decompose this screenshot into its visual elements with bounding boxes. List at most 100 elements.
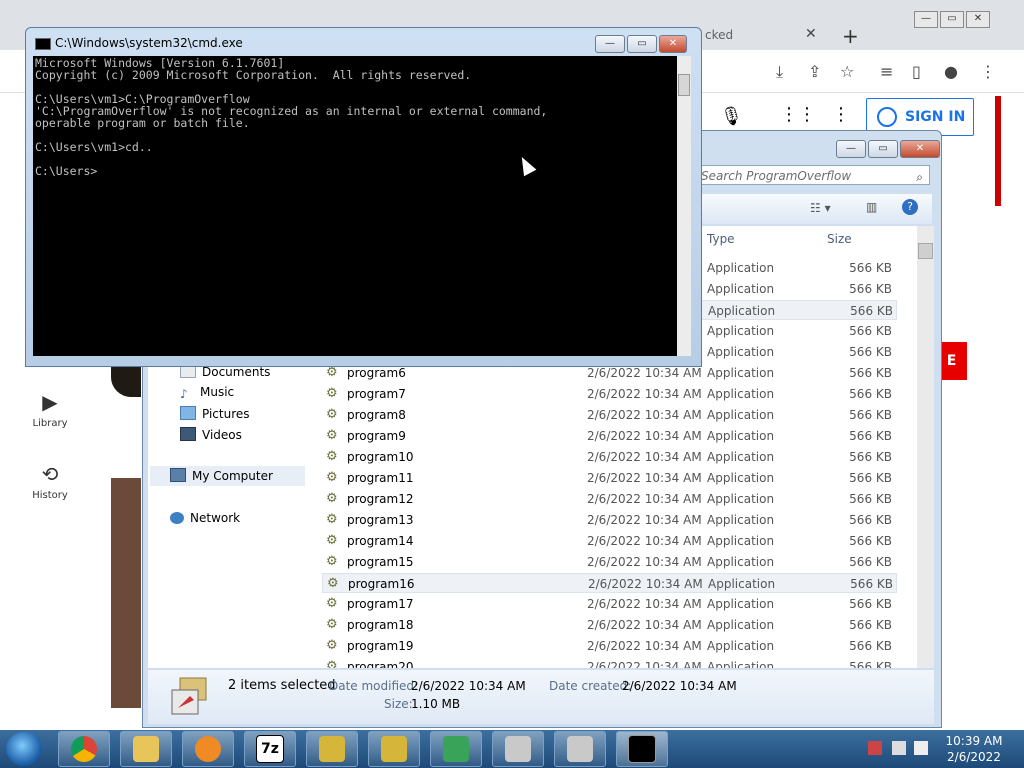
profile-icon[interactable]: ● bbox=[944, 62, 958, 81]
command-bar: ☷ ▾ ▥ ? bbox=[700, 194, 932, 224]
taskbar-explorer[interactable] bbox=[120, 731, 172, 767]
table-row[interactable]: ⚙ program20 2/6/2022 10:34 AM Application 56… bbox=[322, 657, 897, 668]
search-input[interactable]: Search ProgramOverflow ⌕ bbox=[700, 165, 930, 185]
taskbar-download-app[interactable] bbox=[430, 731, 482, 767]
table-row[interactable]: ⚙ program7 2/6/2022 10:34 AM Application 566… bbox=[322, 384, 897, 404]
program-file-icon: ⚙ bbox=[326, 638, 338, 653]
table-row[interactable]: ⚙ program13 2/6/2022 10:34 AM Application 56… bbox=[322, 510, 897, 530]
sidebar-item-library[interactable]: ▶ Library bbox=[20, 390, 80, 429]
clock[interactable]: 10:39 AM 2/6/2022 bbox=[940, 733, 1008, 765]
close-button[interactable]: ✕ bbox=[900, 140, 940, 158]
preview-pane-icon[interactable]: ▥ bbox=[866, 200, 877, 214]
close-button[interactable]: ✕ bbox=[966, 11, 990, 28]
channel-avatar[interactable] bbox=[111, 367, 141, 397]
program-file-icon: ⚙ bbox=[326, 365, 338, 380]
nav-item-pictures[interactable]: Pictures bbox=[180, 406, 250, 421]
page-scrollbar[interactable] bbox=[995, 96, 1001, 206]
table-row[interactable]: ⚙ program12 2/6/2022 10:34 AM Application 56… bbox=[322, 489, 897, 509]
table-row[interactable]: ⚙ program8 2/6/2022 10:34 AM Application 566… bbox=[322, 405, 897, 425]
table-row[interactable]: ⚙ program14 2/6/2022 10:34 AM Application 56… bbox=[322, 531, 897, 551]
program-file-icon: ⚙ bbox=[326, 659, 338, 668]
bookmark-star-icon[interactable]: ☆ bbox=[840, 62, 854, 81]
close-button[interactable]: ✕ bbox=[659, 35, 687, 53]
minimize-button[interactable]: — bbox=[595, 35, 625, 53]
taskbar-cmd[interactable] bbox=[616, 731, 668, 767]
file-list-scrollbar[interactable] bbox=[917, 226, 934, 668]
computer-icon bbox=[170, 468, 186, 482]
taskbar-program-2[interactable] bbox=[554, 731, 606, 767]
table-row[interactable]: ⚙ program18 2/6/2022 10:34 AM Application 56… bbox=[322, 615, 897, 635]
scrollbar-thumb[interactable] bbox=[918, 243, 933, 259]
action-center-icon[interactable] bbox=[868, 741, 882, 755]
sidebar-label: Library bbox=[32, 418, 68, 429]
size-label: Size: bbox=[384, 697, 413, 711]
network-icon bbox=[170, 512, 184, 524]
chrome-icon bbox=[71, 736, 97, 762]
console-scrollbar-thumb[interactable] bbox=[678, 74, 690, 96]
video-thumbnail[interactable] bbox=[111, 478, 141, 708]
program-icon bbox=[567, 736, 593, 762]
browser-window-controls: — ▭ ✕ bbox=[914, 11, 990, 28]
program-file-icon: ⚙ bbox=[326, 554, 338, 569]
more-icon[interactable]: ⋮ bbox=[832, 104, 850, 125]
maximize-button[interactable]: ▭ bbox=[940, 11, 964, 28]
share-icon[interactable]: ⇪ bbox=[808, 62, 821, 81]
table-row[interactable]: ⚙ program15 2/6/2022 10:34 AM Application 56… bbox=[322, 552, 897, 572]
size-value: 1.10 MB bbox=[411, 697, 461, 711]
nav-item-my-computer[interactable]: My Computer bbox=[150, 466, 305, 486]
date-modified-label: Date modified: bbox=[329, 679, 419, 693]
maximize-button[interactable]: ▭ bbox=[627, 35, 657, 53]
search-placeholder: Search ProgramOverflow bbox=[701, 169, 852, 183]
minimize-button[interactable]: — bbox=[914, 11, 938, 28]
table-row[interactable]: ⚙ program9 2/6/2022 10:34 AM Application 566… bbox=[322, 426, 897, 446]
volume-icon[interactable] bbox=[914, 741, 928, 755]
table-row-selected[interactable]: ⚙ program16 2/6/2022 10:34 AM Application 56… bbox=[322, 573, 897, 593]
column-header-size[interactable]: Size bbox=[827, 232, 852, 246]
network-tray-icon[interactable] bbox=[892, 741, 906, 755]
table-row[interactable]: ⚙ program11 2/6/2022 10:34 AM Application 56… bbox=[322, 468, 897, 488]
7zip-icon: 7z bbox=[256, 735, 284, 763]
help-icon[interactable]: ? bbox=[902, 199, 918, 215]
nav-item-network[interactable]: Network bbox=[170, 511, 240, 525]
console-output[interactable]: Microsoft Windows [Version 6.1.7601] Cop… bbox=[33, 56, 677, 356]
microphone-icon[interactable]: 🎙 bbox=[720, 106, 743, 127]
install-icon[interactable]: ⤓ bbox=[776, 62, 783, 82]
search-icon[interactable]: ⌕ bbox=[916, 167, 923, 187]
download-app-icon bbox=[443, 736, 469, 762]
taskbar-key-app-1[interactable] bbox=[306, 731, 358, 767]
nav-item-music[interactable]: ♪ Music bbox=[180, 385, 234, 401]
new-tab-icon[interactable]: + bbox=[842, 24, 859, 48]
pictures-icon bbox=[180, 406, 196, 420]
console-scrollbar[interactable] bbox=[677, 56, 691, 356]
library-icon: ▶ bbox=[42, 390, 58, 414]
selection-count: 2 items selected bbox=[228, 678, 336, 693]
minimize-button[interactable]: — bbox=[836, 140, 866, 158]
program-file-icon: ⚙ bbox=[326, 617, 338, 632]
apps-grid-icon[interactable]: ⋮⋮ bbox=[780, 104, 816, 125]
taskbar-media-player[interactable] bbox=[182, 731, 234, 767]
sign-in-label: SIGN IN bbox=[905, 109, 966, 125]
menu-dots-icon[interactable]: ⋮ bbox=[980, 62, 996, 81]
column-header-type[interactable]: Type bbox=[707, 232, 735, 246]
view-options-icon[interactable]: ☷ ▾ bbox=[810, 201, 831, 215]
taskbar-7zip[interactable]: 7z bbox=[244, 731, 296, 767]
tab-close-icon[interactable]: ✕ bbox=[805, 26, 817, 42]
maximize-button[interactable]: ▭ bbox=[868, 140, 898, 158]
nav-item-videos[interactable]: Videos bbox=[180, 427, 242, 442]
program-file-icon: ⚙ bbox=[326, 512, 338, 527]
windows-start-icon[interactable] bbox=[6, 732, 42, 766]
table-row[interactable]: ⚙ program17 2/6/2022 10:34 AM Application 56… bbox=[322, 594, 897, 614]
table-row[interactable]: ⚙ program10 2/6/2022 10:34 AM Application 56… bbox=[322, 447, 897, 467]
program-file-icon: ⚙ bbox=[326, 596, 338, 611]
program-file-icon: ⚙ bbox=[326, 386, 338, 401]
key-app-icon bbox=[319, 736, 345, 762]
explorer-window-controls: — ▭ ✕ bbox=[836, 140, 940, 158]
sidebar-item-history[interactable]: ⟲ History bbox=[20, 462, 80, 501]
side-panel-icon[interactable]: ▯ bbox=[912, 62, 921, 81]
table-row[interactable]: ⚙ program19 2/6/2022 10:34 AM Application 56… bbox=[322, 636, 897, 656]
taskbar-chrome[interactable] bbox=[58, 731, 110, 767]
taskbar-key-app-2[interactable] bbox=[368, 731, 420, 767]
cmd-window-title: C:\Windows\system32\cmd.exe bbox=[55, 36, 243, 50]
reading-list-icon[interactable]: ≡ bbox=[880, 62, 893, 81]
taskbar-program-1[interactable] bbox=[492, 731, 544, 767]
